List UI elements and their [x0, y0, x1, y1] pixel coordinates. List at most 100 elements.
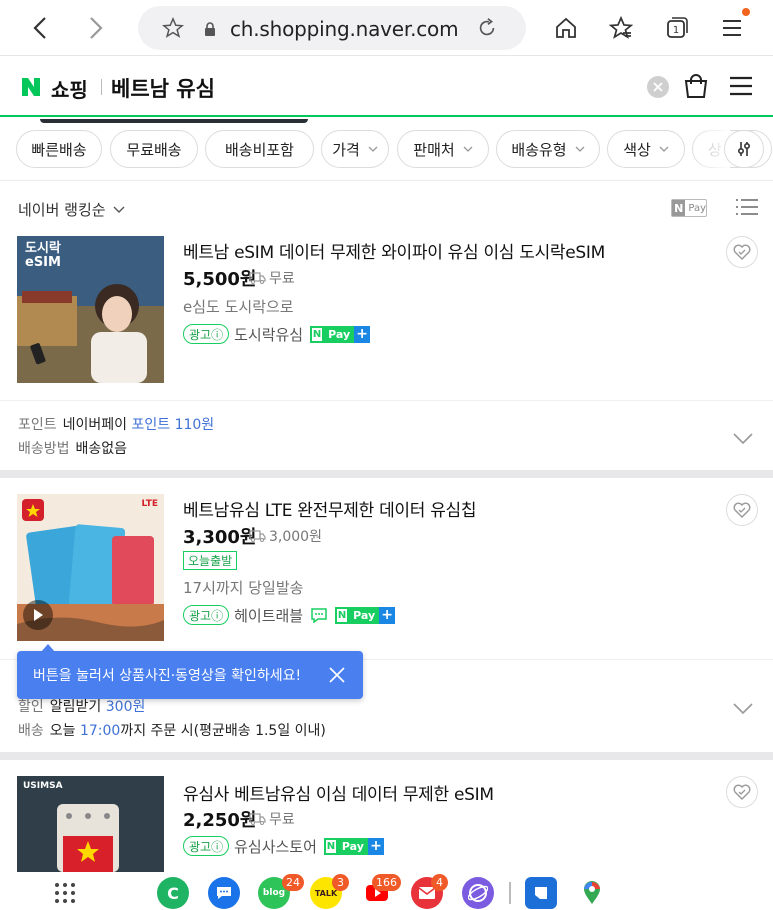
- wishlist-button[interactable]: [726, 236, 758, 268]
- npay-label: Pay: [688, 202, 706, 214]
- chip-label: 무료배송: [126, 140, 182, 159]
- discount-info: 할인 알림받기 300원: [18, 696, 145, 716]
- expand-button[interactable]: [733, 430, 753, 445]
- naver-logo-icon[interactable]: [20, 76, 42, 98]
- product-title[interactable]: 베트남 eSIM 데이터 무제한 와이파이 유심 이심 도시락eSIM: [183, 238, 605, 263]
- chevron-down-icon: [575, 146, 585, 152]
- delivery-value: 배송없음: [75, 441, 128, 457]
- seller-name[interactable]: 도시락유심: [234, 324, 303, 345]
- ad-badge[interactable]: 광고ⓘ: [183, 836, 230, 856]
- npay-label: Pay: [328, 327, 351, 341]
- shipping-info: 3,000원: [249, 526, 322, 546]
- shipping-fee: 무료: [269, 271, 295, 287]
- filter-settings-button[interactable]: [724, 130, 764, 168]
- tab-count: 1: [673, 25, 679, 36]
- tabs-icon[interactable]: 1: [661, 12, 693, 44]
- shopping-menu-button[interactable]: [728, 74, 756, 100]
- heart-icon: [733, 502, 751, 518]
- seller-name[interactable]: 헤이트래블: [234, 605, 303, 626]
- list-view-button[interactable]: [735, 198, 759, 216]
- product-thumbnail[interactable]: USIMSA: [17, 776, 164, 872]
- ad-badge[interactable]: 광고ⓘ: [183, 324, 230, 344]
- play-icon: [34, 609, 43, 621]
- chip-label: 빠른배송: [31, 140, 87, 159]
- section-gap: [0, 470, 773, 478]
- npay-n-icon: N: [672, 200, 686, 216]
- filter-chip-color[interactable]: 색상: [607, 130, 685, 168]
- sort-dropdown[interactable]: 네이버 랭킹순: [18, 199, 125, 220]
- product-price: 3,300원: [183, 527, 257, 548]
- chip-label: 배송비포함: [224, 140, 294, 159]
- product-thumbnail[interactable]: 도시락 eSIM: [17, 236, 164, 383]
- npay-n-icon: N: [323, 837, 338, 855]
- phone-app-icon[interactable]: C: [157, 877, 189, 909]
- seller-name[interactable]: 유심사스토어: [234, 836, 317, 857]
- filter-chip-bar: 빠른배송 무료배송 배송비포함 가격 판매처 배송유형 색상 상: [0, 119, 773, 181]
- point-info: 포인트 네이버페이 포인트 110원: [18, 414, 214, 434]
- maps-app-icon[interactable]: [576, 877, 608, 909]
- delivery-time: 17:00: [79, 723, 121, 739]
- list-view-icon: [736, 199, 758, 215]
- chevron-down-icon: [113, 206, 125, 213]
- browser-menu-icon[interactable]: [716, 12, 748, 44]
- forward-icon[interactable]: [80, 12, 112, 44]
- npay-label: Pay: [353, 608, 376, 622]
- dock-separator: [509, 882, 511, 904]
- service-name[interactable]: 쇼핑: [51, 74, 88, 103]
- youtube-badge: 166: [372, 874, 401, 891]
- point-amount: 포인트 110원: [131, 417, 215, 433]
- discount-value: 알림받기: [49, 699, 102, 715]
- delivery-info: 배송 오늘 17:00까지 주문 시(평균배송 1.5일 이내): [18, 720, 326, 740]
- address-bar[interactable]: ch.shopping.naver.com: [138, 6, 526, 50]
- divider: [0, 400, 773, 401]
- chip-label: 배송유형: [511, 140, 567, 159]
- hamburger-icon: [730, 76, 752, 96]
- ad-badge[interactable]: 광고ⓘ: [183, 605, 230, 625]
- filter-chip-price[interactable]: 가격: [321, 130, 389, 168]
- chip-label: 판매처: [413, 140, 455, 159]
- chevron-down-icon: [733, 703, 753, 715]
- recent-app-icon[interactable]: [525, 877, 557, 909]
- messages-app-icon[interactable]: [208, 877, 240, 909]
- app-drawer-icon[interactable]: [54, 882, 76, 908]
- npay-filter-toggle[interactable]: N Pay: [671, 199, 707, 217]
- bookmarks-icon[interactable]: [605, 12, 637, 44]
- chevron-down-icon: [463, 146, 473, 152]
- talk-label: TALK: [314, 888, 338, 898]
- tooltip-text: 버튼을 눌러서 상품사진·동영상을 확인하세요!: [33, 668, 302, 684]
- internet-app-icon[interactable]: [462, 877, 494, 909]
- filter-chip-delivery-type[interactable]: 배송유형: [496, 130, 600, 168]
- sort-label: 네이버 랭킹순: [18, 201, 106, 219]
- back-icon[interactable]: [24, 12, 56, 44]
- delivery-label: 배송: [18, 723, 44, 739]
- home-icon[interactable]: [550, 12, 582, 44]
- close-icon: [653, 82, 663, 92]
- tooltip-close-button[interactable]: [327, 665, 347, 685]
- chip-label: 가격: [332, 140, 360, 159]
- clear-search-button[interactable]: [647, 76, 669, 98]
- wishlist-button[interactable]: [726, 494, 758, 526]
- seller-row: 광고ⓘ 도시락유심 N Pay +: [183, 324, 371, 345]
- expand-button[interactable]: [733, 700, 753, 715]
- filter-chip-shipping-included[interactable]: 배송비포함: [205, 130, 314, 168]
- reload-icon[interactable]: [476, 17, 498, 43]
- star-icon[interactable]: [161, 16, 185, 43]
- filter-chip-free-shipping[interactable]: 무료배송: [110, 130, 198, 168]
- shipping-fee: 3,000원: [269, 529, 322, 545]
- search-query[interactable]: 베트남 유심: [111, 73, 215, 103]
- npay-plus-badge: N Pay +: [323, 837, 384, 855]
- filter-chip-fast-delivery[interactable]: 빠른배송: [16, 130, 102, 168]
- delivery-label: 배송방법: [18, 441, 70, 457]
- filter-chip-seller[interactable]: 판매처: [397, 130, 489, 168]
- plus-icon: +: [354, 325, 371, 343]
- product-title[interactable]: 베트남유심 LTE 완전무제한 데이터 유심칩: [183, 496, 477, 521]
- plus-icon: +: [367, 837, 384, 855]
- product-thumbnail[interactable]: LTE: [17, 494, 164, 641]
- product-title[interactable]: 유심사 베트남유심 이심 데이터 무제한 eSIM: [183, 780, 494, 805]
- wishlist-button[interactable]: [726, 776, 758, 808]
- talktalk-icon[interactable]: [310, 607, 328, 623]
- play-video-button[interactable]: [23, 600, 53, 630]
- shopping-bag-button[interactable]: [682, 72, 710, 100]
- heart-icon: [733, 244, 751, 260]
- chevron-down-icon: [659, 146, 669, 152]
